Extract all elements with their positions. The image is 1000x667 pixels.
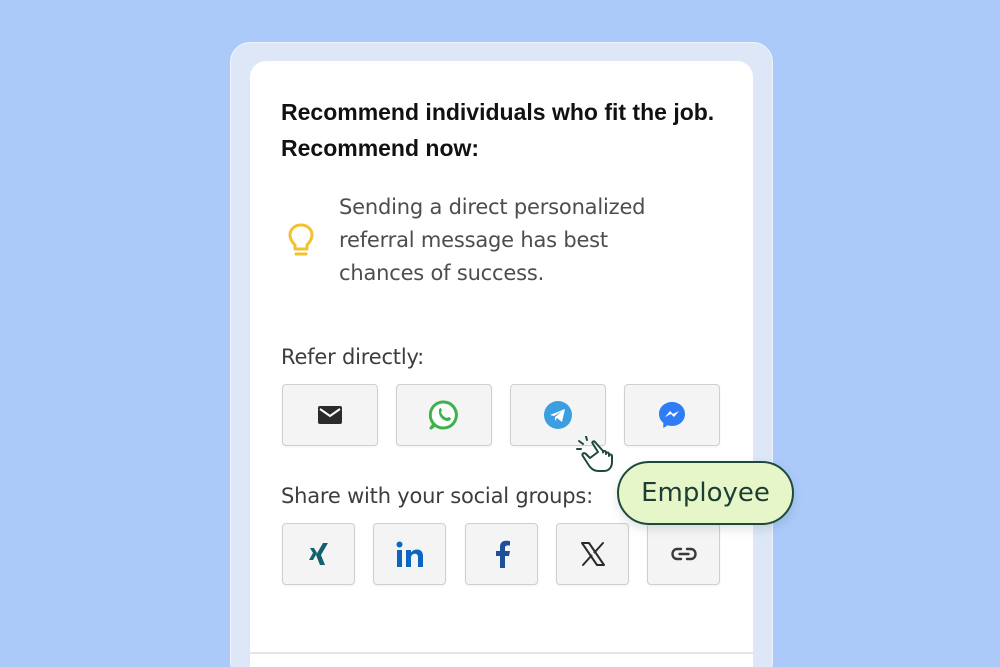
x-icon	[580, 541, 606, 567]
telegram-icon	[543, 400, 573, 430]
messenger-button[interactable]	[624, 384, 720, 446]
facebook-button[interactable]	[465, 523, 538, 585]
xing-button[interactable]	[282, 523, 355, 585]
refer-directly-label: Refer directly:	[281, 345, 425, 369]
linkedin-button[interactable]	[373, 523, 446, 585]
email-button[interactable]	[282, 384, 378, 446]
messenger-icon	[657, 400, 687, 430]
share-social-label: Share with your social groups:	[281, 484, 593, 508]
divider	[250, 652, 753, 654]
linkedin-icon	[395, 540, 425, 568]
employee-badge: Employee	[617, 461, 794, 525]
page-title: Recommend individuals who fit the job. R…	[281, 99, 715, 161]
whatsapp-icon	[429, 400, 459, 430]
hand-pointer-icon	[576, 435, 618, 476]
lightbulb-icon	[286, 222, 316, 260]
xing-icon	[306, 541, 332, 567]
link-icon	[670, 547, 697, 561]
email-icon	[318, 406, 342, 424]
facebook-icon	[493, 540, 511, 568]
x-button[interactable]	[556, 523, 629, 585]
tip-text: Sending a direct personalized referral m…	[339, 195, 646, 285]
whatsapp-button[interactable]	[396, 384, 492, 446]
copy-link-button[interactable]	[647, 523, 720, 585]
